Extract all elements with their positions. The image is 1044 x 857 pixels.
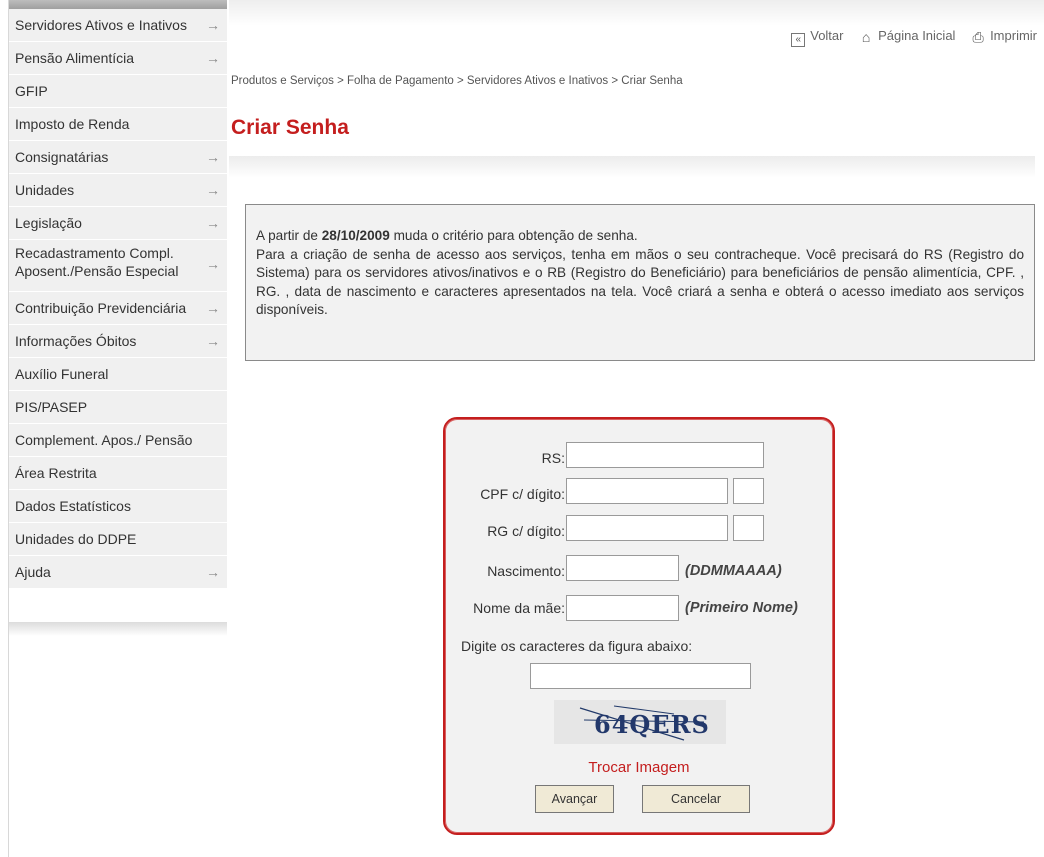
arrow-right-icon: → xyxy=(206,564,220,580)
sidebar-item-complement[interactable]: Complement. Apos./ Pensão xyxy=(9,424,227,457)
mae-hint: (Primeiro Nome) xyxy=(685,600,798,616)
sidebar-item-label: Auxílio Funeral xyxy=(15,366,109,382)
arrow-right-icon: → xyxy=(206,50,220,66)
captcha-text: 64QERS xyxy=(594,710,710,739)
sidebar-item-recadastramento[interactable]: Recadastramento Compl. Aposent./Pensão E… xyxy=(9,240,227,292)
sidebar-item-legislacao[interactable]: Legislação → xyxy=(9,207,227,240)
home-label: Página Inicial xyxy=(878,28,956,43)
rs-label: RS: xyxy=(541,450,565,466)
sidebar-item-ajuda[interactable]: Ajuda → xyxy=(9,556,227,589)
notice-body: Para a criação de senha de acesso aos se… xyxy=(256,246,1024,318)
captcha-image: 64QERS xyxy=(554,700,726,744)
sidebar-item-imposto[interactable]: Imposto de Renda xyxy=(9,108,227,141)
notice-line1: A partir de 28/10/2009 muda o critério p… xyxy=(256,227,1024,246)
sidebar-item-area-restrita[interactable]: Área Restrita xyxy=(9,457,227,490)
arrow-right-icon: → xyxy=(206,300,220,316)
sidebar-item-label: Legislação xyxy=(15,215,82,231)
print-label: Imprimir xyxy=(990,28,1037,43)
arrow-right-icon: → xyxy=(206,149,220,165)
title-divider xyxy=(229,156,1035,178)
top-links: « Voltar ⌂ Página Inicial ⎙ Imprimir xyxy=(779,28,1037,47)
sidebar-item-label: Área Restrita xyxy=(15,465,97,481)
sidebar-item-contribuicao[interactable]: Contribuição Previdenciária → xyxy=(9,292,227,325)
arrow-right-icon: → xyxy=(206,182,220,198)
cpf-digit-input[interactable] xyxy=(733,478,764,504)
sidebar-item-unidades[interactable]: Unidades → xyxy=(9,174,227,207)
nascimento-hint: (DDMMAAAA) xyxy=(685,563,782,579)
sidebar-item-label: Pensão Alimentícia xyxy=(15,50,135,66)
back-icon: « xyxy=(791,33,806,47)
sidebar-item-auxilio-funeral[interactable]: Auxílio Funeral xyxy=(9,358,227,391)
avancar-button[interactable]: Avançar xyxy=(535,785,614,813)
notice-box: A partir de 28/10/2009 muda o critério p… xyxy=(245,204,1035,361)
sidebar-item-label: Unidades do DDPE xyxy=(15,531,137,547)
print-icon: ⎙ xyxy=(972,29,984,45)
rg-digit-input[interactable] xyxy=(733,515,764,541)
sidebar-item-label: Ajuda xyxy=(15,564,51,580)
arrow-right-icon: → xyxy=(206,256,220,272)
sidebar-item-label: GFIP xyxy=(15,83,48,99)
sidebar-item-label: Servidores Ativos e Inativos xyxy=(15,17,187,33)
sidebar-item-label: Recadastramento Compl. Aposent./Pensão E… xyxy=(15,245,179,279)
page-title: Criar Senha xyxy=(231,116,349,139)
sidebar-footer-shadow xyxy=(9,622,227,636)
rg-label: RG c/ dígito: xyxy=(487,523,565,539)
back-label: Voltar xyxy=(810,28,844,43)
print-link[interactable]: ⎙ Imprimir xyxy=(971,28,1037,45)
sidebar-item-obitos[interactable]: Informações Óbitos → xyxy=(9,325,227,358)
top-band xyxy=(229,0,1044,26)
notice-prefix: A partir de xyxy=(256,228,322,243)
sidebar-item-pensao[interactable]: Pensão Alimentícia → xyxy=(9,42,227,75)
sidebar-item-label: Consignatárias xyxy=(15,149,109,165)
create-password-form: RS: CPF c/ dígito: RG c/ dígito: Nascime… xyxy=(443,417,835,835)
sidebar-item-consignatarias[interactable]: Consignatárias → xyxy=(9,141,227,174)
rg-input[interactable] xyxy=(566,515,728,541)
home-icon: ⌂ xyxy=(861,29,871,45)
sidebar-item-dados-estatisticos[interactable]: Dados Estatísticos xyxy=(9,490,227,523)
sidebar-item-gfip[interactable]: GFIP xyxy=(9,75,227,108)
captcha-input[interactable] xyxy=(530,663,751,689)
cancelar-button[interactable]: Cancelar xyxy=(642,785,750,813)
notice-suffix: muda o critério para obtenção de senha. xyxy=(389,228,638,243)
sidebar-item-unidades-ddpe[interactable]: Unidades do DDPE xyxy=(9,523,227,556)
cpf-input[interactable] xyxy=(566,478,728,504)
nascimento-label: Nascimento: xyxy=(487,563,565,579)
sidebar-item-label: Contribuição Previdenciária xyxy=(15,300,187,316)
cpf-label: CPF c/ dígito: xyxy=(480,486,565,502)
sidebar-header-bar xyxy=(9,0,227,9)
home-link[interactable]: ⌂ Página Inicial xyxy=(859,28,956,45)
sidebar-item-label: Informações Óbitos xyxy=(15,333,137,349)
mae-label: Nome da mãe: xyxy=(473,600,565,616)
notice-date: 28/10/2009 xyxy=(321,228,390,243)
sidebar-item-label: Dados Estatísticos xyxy=(15,498,131,514)
arrow-right-icon: → xyxy=(206,215,220,231)
captcha-graphic: 64QERS xyxy=(579,705,710,741)
back-link[interactable]: « Voltar xyxy=(791,28,844,47)
captcha-label: Digite os caracteres da figura abaixo: xyxy=(461,638,693,654)
sidebar-item-pis-pasep[interactable]: PIS/PASEP xyxy=(9,391,227,424)
sidebar-item-label: Unidades xyxy=(15,182,75,198)
nascimento-input[interactable] xyxy=(566,555,679,581)
breadcrumb: Produtos e Serviços > Folha de Pagamento… xyxy=(231,75,683,87)
mae-input[interactable] xyxy=(566,595,679,621)
sidebar-item-label: Imposto de Renda xyxy=(15,116,130,132)
arrow-right-icon: → xyxy=(206,17,220,33)
sidebar-item-label: Complement. Apos./ Pensão xyxy=(15,432,193,448)
sidebar-item-label: PIS/PASEP xyxy=(15,399,88,415)
rs-input[interactable] xyxy=(566,442,764,468)
sidebar-menu: Servidores Ativos e Inativos → Pensão Ali… xyxy=(9,9,227,589)
sidebar-item-servidores[interactable]: Servidores Ativos e Inativos → xyxy=(9,9,227,42)
change-image-link[interactable]: Trocar Imagem xyxy=(445,759,833,776)
arrow-right-icon: → xyxy=(206,333,220,349)
